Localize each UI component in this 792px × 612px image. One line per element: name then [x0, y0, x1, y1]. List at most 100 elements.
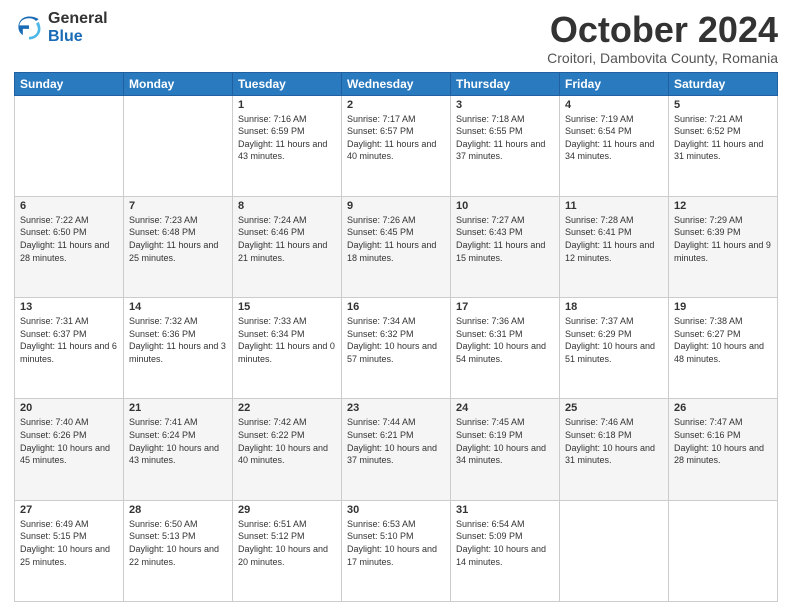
day-number: 5 [674, 99, 772, 111]
day-info: Sunrise: 7:22 AMSunset: 6:50 PMDaylight:… [20, 214, 118, 264]
header-thursday: Thursday [451, 72, 560, 95]
day-info: Sunrise: 7:17 AMSunset: 6:57 PMDaylight:… [347, 113, 445, 163]
day-info: Sunrise: 7:40 AMSunset: 6:26 PMDaylight:… [20, 416, 118, 466]
day-number: 7 [129, 200, 227, 212]
calendar-cell [560, 500, 669, 601]
calendar-cell: 4 Sunrise: 7:19 AMSunset: 6:54 PMDaylight… [560, 95, 669, 196]
day-info: Sunrise: 7:45 AMSunset: 6:19 PMDaylight:… [456, 416, 554, 466]
calendar-cell [15, 95, 124, 196]
day-info: Sunrise: 7:41 AMSunset: 6:24 PMDaylight:… [129, 416, 227, 466]
day-info: Sunrise: 7:34 AMSunset: 6:32 PMDaylight:… [347, 315, 445, 365]
calendar-cell: 25Sunrise: 7:46 AMSunset: 6:18 PMDayligh… [560, 399, 669, 500]
calendar-cell: 28 Sunrise: 6:50 AMSunset: 5:13 PMDayligh… [124, 500, 233, 601]
day-number: 10 [456, 200, 554, 212]
calendar-cell: 18 Sunrise: 7:37 AMSunset: 6:29 PMDayligh… [560, 298, 669, 399]
day-info: Sunrise: 6:51 AMSunset: 5:12 PMDaylight:… [238, 518, 336, 568]
day-number: 26 [674, 402, 772, 414]
day-info: Sunrise: 7:16 AMSunset: 6:59 PMDaylight:… [238, 113, 336, 163]
day-info: Sunrise: 7:28 AMSunset: 6:41 PMDaylight:… [565, 214, 663, 264]
day-info: Sunrise: 7:18 AMSunset: 6:55 PMDaylight:… [456, 113, 554, 163]
calendar-cell: 16 Sunrise: 7:34 AMSunset: 6:32 PMDayligh… [342, 298, 451, 399]
header-wednesday: Wednesday [342, 72, 451, 95]
calendar-week-row: 20 Sunrise: 7:40 AMSunset: 6:26 PMDayligh… [15, 399, 778, 500]
day-number: 4 [565, 99, 663, 111]
day-number: 6 [20, 200, 118, 212]
calendar-cell: 2 Sunrise: 7:17 AMSunset: 6:57 PMDaylight… [342, 95, 451, 196]
day-info: Sunrise: 7:27 AMSunset: 6:43 PMDaylight:… [456, 214, 554, 264]
day-number: 24 [456, 402, 554, 414]
calendar-cell: 8 Sunrise: 7:24 AMSunset: 6:46 PMDaylight… [233, 196, 342, 297]
month-title: October 2024 [547, 10, 778, 50]
location-subtitle: Croitori, Dambovita County, Romania [547, 50, 778, 66]
day-number: 18 [565, 301, 663, 313]
day-number: 1 [238, 99, 336, 111]
calendar-cell: 27 Sunrise: 6:49 AMSunset: 5:15 PMDayligh… [15, 500, 124, 601]
calendar-week-row: 1 Sunrise: 7:16 AMSunset: 6:59 PMDaylight… [15, 95, 778, 196]
day-info: Sunrise: 7:32 AMSunset: 6:36 PMDaylight:… [129, 315, 227, 365]
calendar-table: Sunday Monday Tuesday Wednesday Thursday… [14, 72, 778, 602]
day-number: 28 [129, 504, 227, 516]
header-friday: Friday [560, 72, 669, 95]
calendar-cell: 13 Sunrise: 7:31 AMSunset: 6:37 PMDayligh… [15, 298, 124, 399]
calendar-cell: 3 Sunrise: 7:18 AMSunset: 6:55 PMDaylight… [451, 95, 560, 196]
day-number: 16 [347, 301, 445, 313]
calendar-cell: 14 Sunrise: 7:32 AMSunset: 6:36 PMDayligh… [124, 298, 233, 399]
day-number: 2 [347, 99, 445, 111]
day-info: Sunrise: 7:33 AMSunset: 6:34 PMDaylight:… [238, 315, 336, 365]
logo-general-text: General [48, 10, 108, 28]
day-number: 31 [456, 504, 554, 516]
calendar-cell: 22Sunrise: 7:42 AMSunset: 6:22 PMDayligh… [233, 399, 342, 500]
day-number: 29 [238, 504, 336, 516]
day-number: 22 [238, 402, 336, 414]
day-number: 27 [20, 504, 118, 516]
day-number: 14 [129, 301, 227, 313]
day-info: Sunrise: 6:50 AMSunset: 5:13 PMDaylight:… [129, 518, 227, 568]
calendar-cell: 1 Sunrise: 7:16 AMSunset: 6:59 PMDaylight… [233, 95, 342, 196]
day-number: 13 [20, 301, 118, 313]
calendar-week-row: 27 Sunrise: 6:49 AMSunset: 5:15 PMDayligh… [15, 500, 778, 601]
day-info: Sunrise: 7:47 AMSunset: 6:16 PMDaylight:… [674, 416, 772, 466]
title-block: October 2024 Croitori, Dambovita County,… [547, 10, 778, 66]
day-number: 30 [347, 504, 445, 516]
day-info: Sunrise: 7:21 AMSunset: 6:52 PMDaylight:… [674, 113, 772, 163]
calendar-cell: 31 Sunrise: 6:54 AMSunset: 5:09 PMDayligh… [451, 500, 560, 601]
day-number: 8 [238, 200, 336, 212]
day-info: Sunrise: 7:19 AMSunset: 6:54 PMDaylight:… [565, 113, 663, 163]
day-info: Sunrise: 7:36 AMSunset: 6:31 PMDaylight:… [456, 315, 554, 365]
day-number: 23 [347, 402, 445, 414]
calendar-cell: 20 Sunrise: 7:40 AMSunset: 6:26 PMDayligh… [15, 399, 124, 500]
day-info: Sunrise: 6:54 AMSunset: 5:09 PMDaylight:… [456, 518, 554, 568]
header: General Blue October 2024 Croitori, Damb… [14, 10, 778, 66]
logo-text: General Blue [48, 10, 108, 45]
day-number: 20 [20, 402, 118, 414]
day-info: Sunrise: 7:44 AMSunset: 6:21 PMDaylight:… [347, 416, 445, 466]
calendar-cell: 21Sunrise: 7:41 AMSunset: 6:24 PMDayligh… [124, 399, 233, 500]
calendar-cell: 9Sunrise: 7:26 AMSunset: 6:45 PMDaylight… [342, 196, 451, 297]
calendar-week-row: 13 Sunrise: 7:31 AMSunset: 6:37 PMDayligh… [15, 298, 778, 399]
calendar-cell: 19 Sunrise: 7:38 AMSunset: 6:27 PMDayligh… [669, 298, 778, 399]
calendar-cell: 23 Sunrise: 7:44 AMSunset: 6:21 PMDayligh… [342, 399, 451, 500]
day-number: 17 [456, 301, 554, 313]
calendar-cell: 12Sunrise: 7:29 AMSunset: 6:39 PMDayligh… [669, 196, 778, 297]
day-number: 11 [565, 200, 663, 212]
day-number: 15 [238, 301, 336, 313]
calendar-cell: 7Sunrise: 7:23 AMSunset: 6:48 PMDaylight… [124, 196, 233, 297]
calendar-cell: 30Sunrise: 6:53 AMSunset: 5:10 PMDayligh… [342, 500, 451, 601]
calendar-cell: 24 Sunrise: 7:45 AMSunset: 6:19 PMDayligh… [451, 399, 560, 500]
logo: General Blue [14, 10, 108, 45]
calendar-week-row: 6 Sunrise: 7:22 AMSunset: 6:50 PMDaylight… [15, 196, 778, 297]
day-info: Sunrise: 6:49 AMSunset: 5:15 PMDaylight:… [20, 518, 118, 568]
calendar-cell [669, 500, 778, 601]
logo-blue-text: Blue [48, 28, 108, 46]
day-info: Sunrise: 7:31 AMSunset: 6:37 PMDaylight:… [20, 315, 118, 365]
day-number: 3 [456, 99, 554, 111]
day-info: Sunrise: 7:37 AMSunset: 6:29 PMDaylight:… [565, 315, 663, 365]
day-info: Sunrise: 7:24 AMSunset: 6:46 PMDaylight:… [238, 214, 336, 264]
day-number: 12 [674, 200, 772, 212]
calendar-cell: 6 Sunrise: 7:22 AMSunset: 6:50 PMDaylight… [15, 196, 124, 297]
day-number: 19 [674, 301, 772, 313]
day-info: Sunrise: 7:38 AMSunset: 6:27 PMDaylight:… [674, 315, 772, 365]
calendar-cell: 11 Sunrise: 7:28 AMSunset: 6:41 PMDayligh… [560, 196, 669, 297]
weekday-header-row: Sunday Monday Tuesday Wednesday Thursday… [15, 72, 778, 95]
calendar-cell: 29 Sunrise: 6:51 AMSunset: 5:12 PMDayligh… [233, 500, 342, 601]
